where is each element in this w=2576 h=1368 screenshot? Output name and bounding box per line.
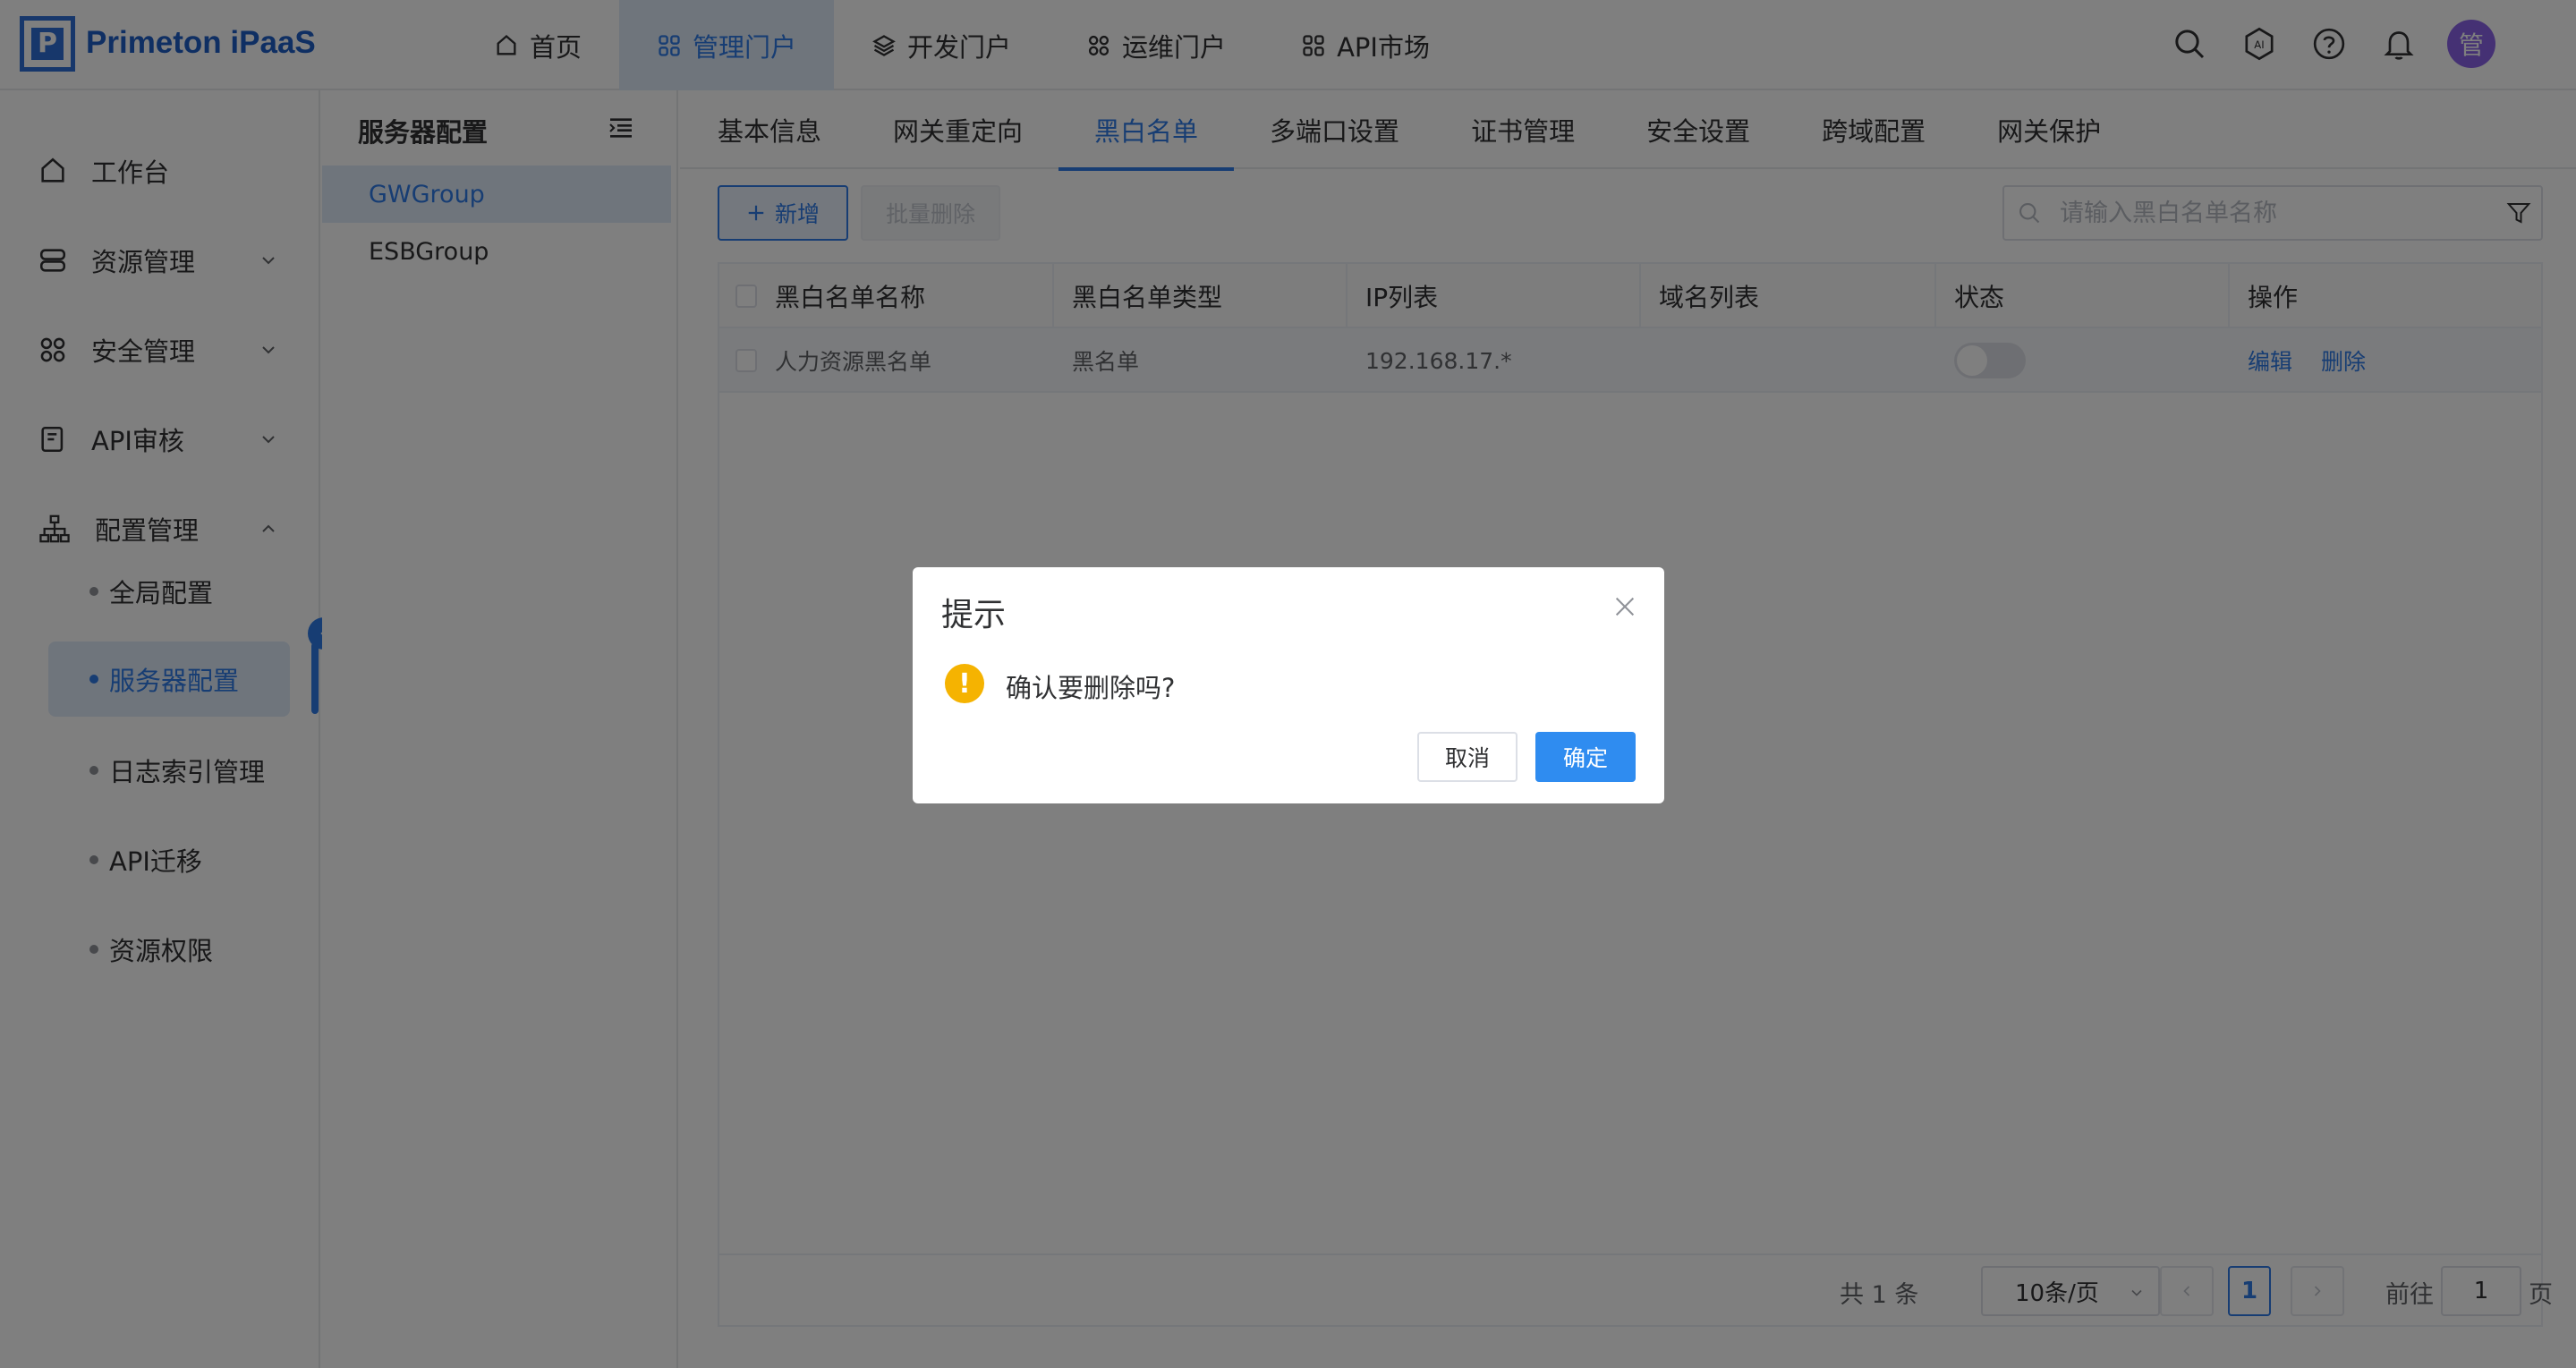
dialog-title: 提示 [941,597,1007,633]
warning-icon: ! [945,664,984,703]
cancel-button[interactable]: 取消 [1417,732,1518,782]
close-icon[interactable] [1612,594,1637,619]
dialog-message: 确认要删除吗? [1006,673,1176,703]
confirm-button[interactable]: 确定 [1535,732,1636,782]
confirm-dialog: 提示 ! 确认要删除吗? 取消 确定 [913,567,1664,803]
